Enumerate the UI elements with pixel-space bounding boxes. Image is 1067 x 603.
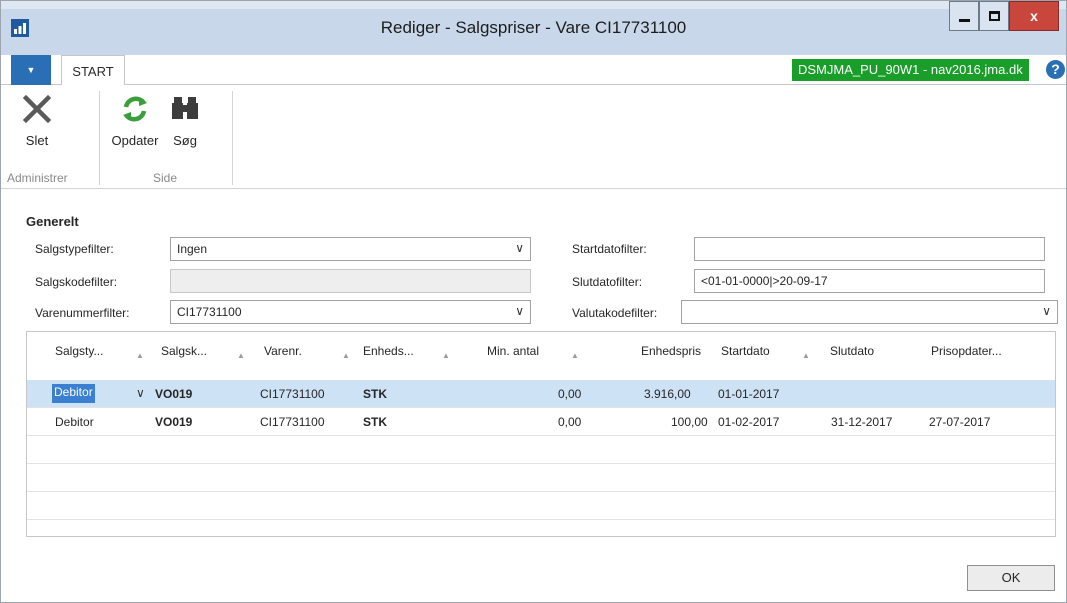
sort-icon: ▲ [342, 351, 350, 360]
start-date-filter-input[interactable] [694, 237, 1045, 261]
sort-icon: ▲ [571, 351, 579, 360]
group-separator [99, 91, 100, 185]
chevron-down-icon: ▼ [26, 65, 36, 75]
chevron-down-icon[interactable]: ∨ [515, 241, 524, 255]
sort-icon: ▲ [442, 351, 450, 360]
delete-button[interactable]: Slet [17, 91, 57, 148]
sort-icon: ▲ [802, 351, 810, 360]
chevron-down-icon[interactable]: ∨ [515, 304, 524, 318]
cell-sales-code: VO019 [155, 415, 193, 429]
currency-filter-select[interactable]: ∨ [681, 300, 1058, 324]
refresh-icon [123, 96, 147, 122]
cell-end-date: 31-12-2017 [831, 415, 893, 429]
group-label-page: Side [153, 171, 178, 185]
column-header-end-date[interactable]: Slutdato [830, 344, 874, 358]
currency-filter-label: Valutakodefilter: [572, 306, 658, 320]
maximize-icon [988, 11, 1000, 21]
column-header-unit-price[interactable]: Enhedspris [641, 344, 701, 358]
column-header-price-update[interactable]: Prisopdater... [931, 344, 1002, 358]
column-header-start-date[interactable]: Startdato [721, 344, 770, 358]
column-header-sales-type[interactable]: Salgsty... [55, 344, 103, 358]
ok-button[interactable]: OK [967, 565, 1055, 591]
refresh-label: Opdater [111, 133, 159, 148]
end-date-filter-value: <01-01-0000|>20-09-17 [701, 274, 828, 288]
cell-unit: STK [363, 387, 387, 401]
empty-row[interactable] [27, 436, 1055, 464]
cell-item-no: CI17731100 [260, 415, 325, 429]
cell-sales-type: Debitor [55, 415, 94, 429]
ribbon-tab-bar: ▼ START DSMJMA_PU_90W1 - nav2016.jma.dk … [1, 55, 1066, 86]
chevron-down-icon[interactable]: ∨ [136, 386, 145, 400]
cell-min-qty: 0,00 [558, 415, 582, 429]
grid-header: Salgsty... ▲ Salgsk... ▲ Varenr. ▲ Enhed… [27, 332, 1055, 376]
server-badge: DSMJMA_PU_90W1 - nav2016.jma.dk [792, 59, 1029, 81]
minimize-button[interactable] [949, 1, 979, 31]
cell-unit-price: 3.916,00 [644, 387, 691, 401]
start-date-filter-label: Startdatofilter: [572, 242, 647, 256]
sales-type-filter-label: Salgstypefilter: [35, 242, 114, 256]
close-icon: x [1030, 8, 1038, 24]
cell-price-update: 27-07-2017 [929, 415, 991, 429]
item-no-filter-select[interactable]: CI17731100 ∨ [170, 300, 531, 324]
table-row[interactable]: Debitor ∨ VO019 CI17731100 STK 0,00 3.91… [27, 380, 1055, 408]
item-no-filter-value: CI17731100 [177, 305, 242, 319]
sales-type-cell-editor[interactable]: Debitor [52, 384, 95, 403]
search-label: Søg [173, 133, 197, 148]
maximize-button[interactable] [979, 1, 1009, 31]
sales-type-filter-value: Ingen [177, 242, 208, 256]
column-header-item-no[interactable]: Varenr. [264, 344, 302, 358]
close-button[interactable]: x [1009, 1, 1059, 31]
dialog-window: Rediger - Salgspriser - Vare CI17731100 … [0, 0, 1067, 603]
cell-start-date: 01-02-2017 [718, 415, 780, 429]
column-header-sales-code[interactable]: Salgsk... [161, 344, 207, 358]
delete-label: Slet [25, 133, 49, 148]
title-bar[interactable]: Rediger - Salgspriser - Vare CI17731100 [1, 1, 1066, 55]
group-separator [232, 91, 233, 185]
table-row[interactable]: Debitor VO019 CI17731100 STK 0,00 100,00… [27, 408, 1055, 436]
refresh-button[interactable]: Opdater [105, 91, 165, 148]
cell-min-qty: 0,00 [558, 387, 582, 401]
binoculars-icon [172, 97, 198, 119]
empty-row[interactable] [27, 464, 1055, 492]
sort-icon: ▲ [237, 351, 245, 360]
help-icon[interactable]: ? [1046, 60, 1065, 79]
window-title: Rediger - Salgspriser - Vare CI17731100 [380, 18, 687, 37]
cell-sales-code: VO019 [155, 387, 193, 401]
chevron-down-icon[interactable]: ∨ [1042, 304, 1051, 318]
item-no-filter-label: Varenummerfilter: [35, 306, 130, 320]
column-header-min-qty[interactable]: Min. antal [487, 344, 539, 358]
minimize-icon [958, 19, 970, 22]
end-date-filter-label: Slutdatofilter: [572, 275, 643, 289]
search-button[interactable]: Søg [167, 91, 203, 148]
column-header-unit[interactable]: Enheds... [363, 344, 414, 358]
cell-unit-price: 100,00 [671, 415, 708, 429]
tab-start[interactable]: START [61, 55, 125, 86]
end-date-filter-input[interactable]: <01-01-0000|>20-09-17 [694, 269, 1045, 293]
delete-icon [22, 94, 52, 124]
application-menu-button[interactable]: ▼ [11, 55, 51, 85]
sales-code-filter-label: Salgskodefilter: [35, 275, 118, 289]
sales-prices-grid: Salgsty... ▲ Salgsk... ▲ Varenr. ▲ Enhed… [26, 331, 1056, 537]
ribbon: Slet Opdater Søg Administrer Side [1, 85, 1066, 189]
cell-unit: STK [363, 415, 387, 429]
sales-type-filter-select[interactable]: Ingen ∨ [170, 237, 531, 261]
sales-code-filter-field [170, 269, 531, 293]
empty-row[interactable] [27, 492, 1055, 520]
cell-item-no: CI17731100 [260, 387, 325, 401]
section-title: Generelt [26, 214, 79, 229]
sort-icon: ▲ [136, 351, 144, 360]
group-label-manage: Administrer [7, 171, 68, 185]
cell-start-date: 01-01-2017 [718, 387, 780, 401]
